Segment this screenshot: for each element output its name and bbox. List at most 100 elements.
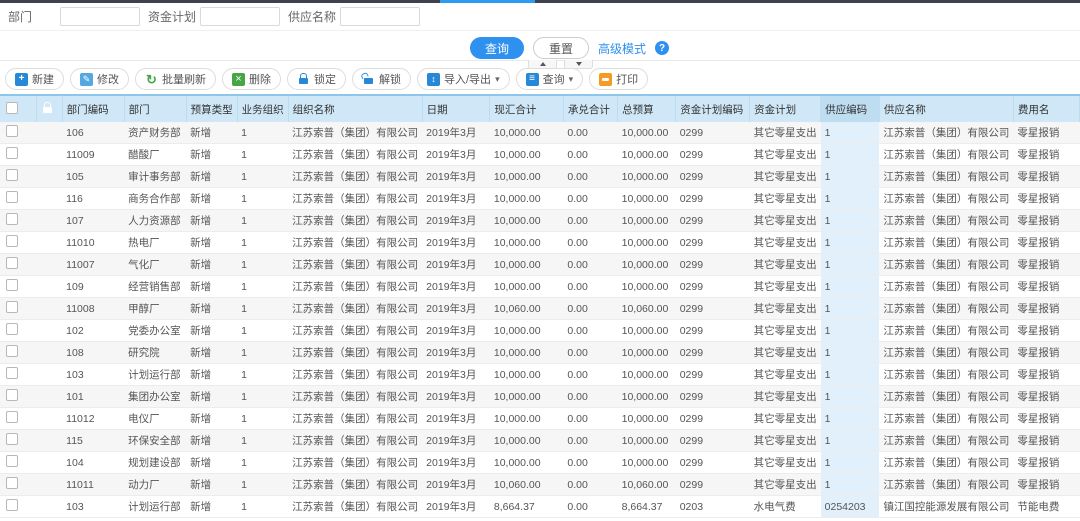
- select-all-checkbox[interactable]: [6, 102, 18, 114]
- cell-lock: [37, 122, 62, 144]
- toolbar-button-unlock[interactable]: 解锁: [352, 68, 411, 90]
- table-row[interactable]: 105审计事务部新增1江苏索普（集团）有限公司2019年3月10,000.000…: [0, 166, 1080, 188]
- cell-plan_name: 其它零星支出: [750, 386, 821, 408]
- cell-supplier_code: 1: [821, 144, 880, 166]
- column-header-biz_org[interactable]: 业务组织: [237, 95, 288, 122]
- toolbar-button-lock[interactable]: 锁定: [287, 68, 346, 90]
- cell-acceptance_total: 0.00: [563, 188, 617, 210]
- toolbar-button-print[interactable]: 打印: [589, 68, 648, 90]
- column-header-supplier_code[interactable]: 供应编码: [821, 95, 880, 122]
- toolbar-button-refresh[interactable]: 批量刷新: [135, 68, 216, 90]
- table-row[interactable]: 11007气化厂新增1江苏索普（集团）有限公司2019年3月10,000.000…: [0, 254, 1080, 276]
- reset-button[interactable]: 重置: [533, 37, 589, 59]
- table-row[interactable]: 11009醋酸厂新增1江苏索普（集团）有限公司2019年3月10,000.000…: [0, 144, 1080, 166]
- filter-input[interactable]: [60, 7, 140, 26]
- toolbar-button-delete[interactable]: 删除: [222, 68, 281, 90]
- cell-acceptance_total: 0.00: [563, 122, 617, 144]
- row-checkbox[interactable]: [6, 257, 18, 269]
- cell-dept: 资产财务部: [124, 122, 186, 144]
- cell-cash_total: 10,000.00: [490, 342, 564, 364]
- filter-input[interactable]: [340, 7, 420, 26]
- cell-supplier_name: 江苏索普（集团）有限公司: [879, 122, 1013, 144]
- column-header-supplier_name[interactable]: 供应名称: [879, 95, 1013, 122]
- row-checkbox[interactable]: [6, 433, 18, 445]
- table-row[interactable]: 11008甲醇厂新增1江苏索普（集团）有限公司2019年3月10,060.000…: [0, 298, 1080, 320]
- table-row[interactable]: 11012电仪厂新增1江苏索普（集团）有限公司2019年3月10,000.000…: [0, 408, 1080, 430]
- row-checkbox[interactable]: [6, 323, 18, 335]
- column-header-dept[interactable]: 部门: [124, 95, 186, 122]
- row-checkbox[interactable]: [6, 235, 18, 247]
- query-button[interactable]: 查询: [470, 37, 524, 59]
- column-header-total_budget[interactable]: 总预算: [618, 95, 676, 122]
- cell-expense_name: 零星报销: [1013, 452, 1079, 474]
- cell-plan_name: 其它零星支出: [750, 320, 821, 342]
- advanced-mode-link[interactable]: 高级模式: [598, 40, 646, 57]
- row-checkbox[interactable]: [6, 367, 18, 379]
- row-checkbox[interactable]: [6, 301, 18, 313]
- cell-acceptance_total: 0.00: [563, 364, 617, 386]
- row-checkbox[interactable]: [6, 499, 18, 511]
- column-header-cash_total[interactable]: 现汇合计: [490, 95, 564, 122]
- column-header-expense_name[interactable]: 费用名: [1013, 95, 1079, 122]
- row-checkbox[interactable]: [6, 477, 18, 489]
- table-row[interactable]: 103计划运行部新增1江苏索普（集团）有限公司2019年3月10,000.000…: [0, 364, 1080, 386]
- row-checkbox[interactable]: [6, 125, 18, 137]
- help-question-icon[interactable]: [655, 41, 669, 55]
- table-row[interactable]: 102党委办公室新增1江苏索普（集团）有限公司2019年3月10,000.000…: [0, 320, 1080, 342]
- cell-dept_code: 11007: [62, 254, 124, 276]
- cell-supplier_name: 江苏索普（集团）有限公司: [879, 232, 1013, 254]
- table-row[interactable]: 107人力资源部新增1江苏索普（集团）有限公司2019年3月10,000.000…: [0, 210, 1080, 232]
- row-checkbox[interactable]: [6, 345, 18, 357]
- cell-select: [0, 452, 37, 474]
- cell-budget_type: 新增: [186, 386, 237, 408]
- cell-supplier_code: 1: [821, 474, 880, 496]
- toolbar-button-label: 修改: [97, 71, 119, 87]
- toolbar-button-edit[interactable]: 修改: [70, 68, 129, 90]
- table-row[interactable]: 115环保安全部新增1江苏索普（集团）有限公司2019年3月10,000.000…: [0, 430, 1080, 452]
- table-row[interactable]: 104规划建设部新增1江苏索普（集团）有限公司2019年3月10,000.000…: [0, 452, 1080, 474]
- cell-acceptance_total: 0.00: [563, 254, 617, 276]
- table-row[interactable]: 101集团办公室新增1江苏索普（集团）有限公司2019年3月10,000.000…: [0, 386, 1080, 408]
- column-header-acceptance_total[interactable]: 承兑合计: [563, 95, 617, 122]
- cell-plan_name: 其它零星支出: [750, 364, 821, 386]
- cell-total_budget: 10,000.00: [618, 232, 676, 254]
- cell-budget_type: 新增: [186, 430, 237, 452]
- cell-dept_code: 107: [62, 210, 124, 232]
- row-checkbox[interactable]: [6, 411, 18, 423]
- column-header-date[interactable]: 日期: [422, 95, 490, 122]
- cell-cash_total: 10,000.00: [490, 188, 564, 210]
- toolbar-button-import-export[interactable]: 导入/导出: [417, 68, 510, 90]
- row-checkbox[interactable]: [6, 279, 18, 291]
- cell-total_budget: 10,000.00: [618, 364, 676, 386]
- cell-total_budget: 8,664.37: [618, 496, 676, 518]
- table-row[interactable]: 106资产财务部新增1江苏索普（集团）有限公司2019年3月10,000.000…: [0, 122, 1080, 144]
- row-checkbox[interactable]: [6, 455, 18, 467]
- row-checkbox[interactable]: [6, 147, 18, 159]
- cell-cash_total: 10,000.00: [490, 232, 564, 254]
- column-header-org_name[interactable]: 组织名称: [288, 95, 422, 122]
- column-header-plan_name[interactable]: 资金计划: [750, 95, 821, 122]
- table-row[interactable]: 11010热电厂新增1江苏索普（集团）有限公司2019年3月10,000.000…: [0, 232, 1080, 254]
- row-checkbox[interactable]: [6, 169, 18, 181]
- column-header-select[interactable]: [0, 95, 37, 122]
- column-header-budget_type[interactable]: 预算类型: [186, 95, 237, 122]
- cell-supplier_name: 江苏索普（集团）有限公司: [879, 144, 1013, 166]
- row-checkbox[interactable]: [6, 191, 18, 203]
- cell-plan_code: 0203: [676, 496, 750, 518]
- table-row[interactable]: 11011动力厂新增1江苏索普（集团）有限公司2019年3月10,060.000…: [0, 474, 1080, 496]
- table-row[interactable]: 116商务合作部新增1江苏索普（集团）有限公司2019年3月10,000.000…: [0, 188, 1080, 210]
- toolbar-button-label: 锁定: [314, 71, 336, 87]
- table-row[interactable]: 109经营销售部新增1江苏索普（集团）有限公司2019年3月10,000.000…: [0, 276, 1080, 298]
- toolbar-button-query[interactable]: 查询: [516, 68, 584, 90]
- row-checkbox[interactable]: [6, 389, 18, 401]
- column-header-dept_code[interactable]: 部门编码: [62, 95, 124, 122]
- table-row[interactable]: 103计划运行部新增1江苏索普（集团）有限公司2019年3月8,664.370.…: [0, 496, 1080, 518]
- cell-cash_total: 10,060.00: [490, 298, 564, 320]
- cell-date: 2019年3月: [422, 474, 490, 496]
- table-row[interactable]: 108研究院新增1江苏索普（集团）有限公司2019年3月10,000.000.0…: [0, 342, 1080, 364]
- column-header-plan_code[interactable]: 资金计划编码: [676, 95, 750, 122]
- toolbar-button-new-document[interactable]: 新建: [5, 68, 64, 90]
- cell-select: [0, 166, 37, 188]
- row-checkbox[interactable]: [6, 213, 18, 225]
- filter-input[interactable]: [200, 7, 280, 26]
